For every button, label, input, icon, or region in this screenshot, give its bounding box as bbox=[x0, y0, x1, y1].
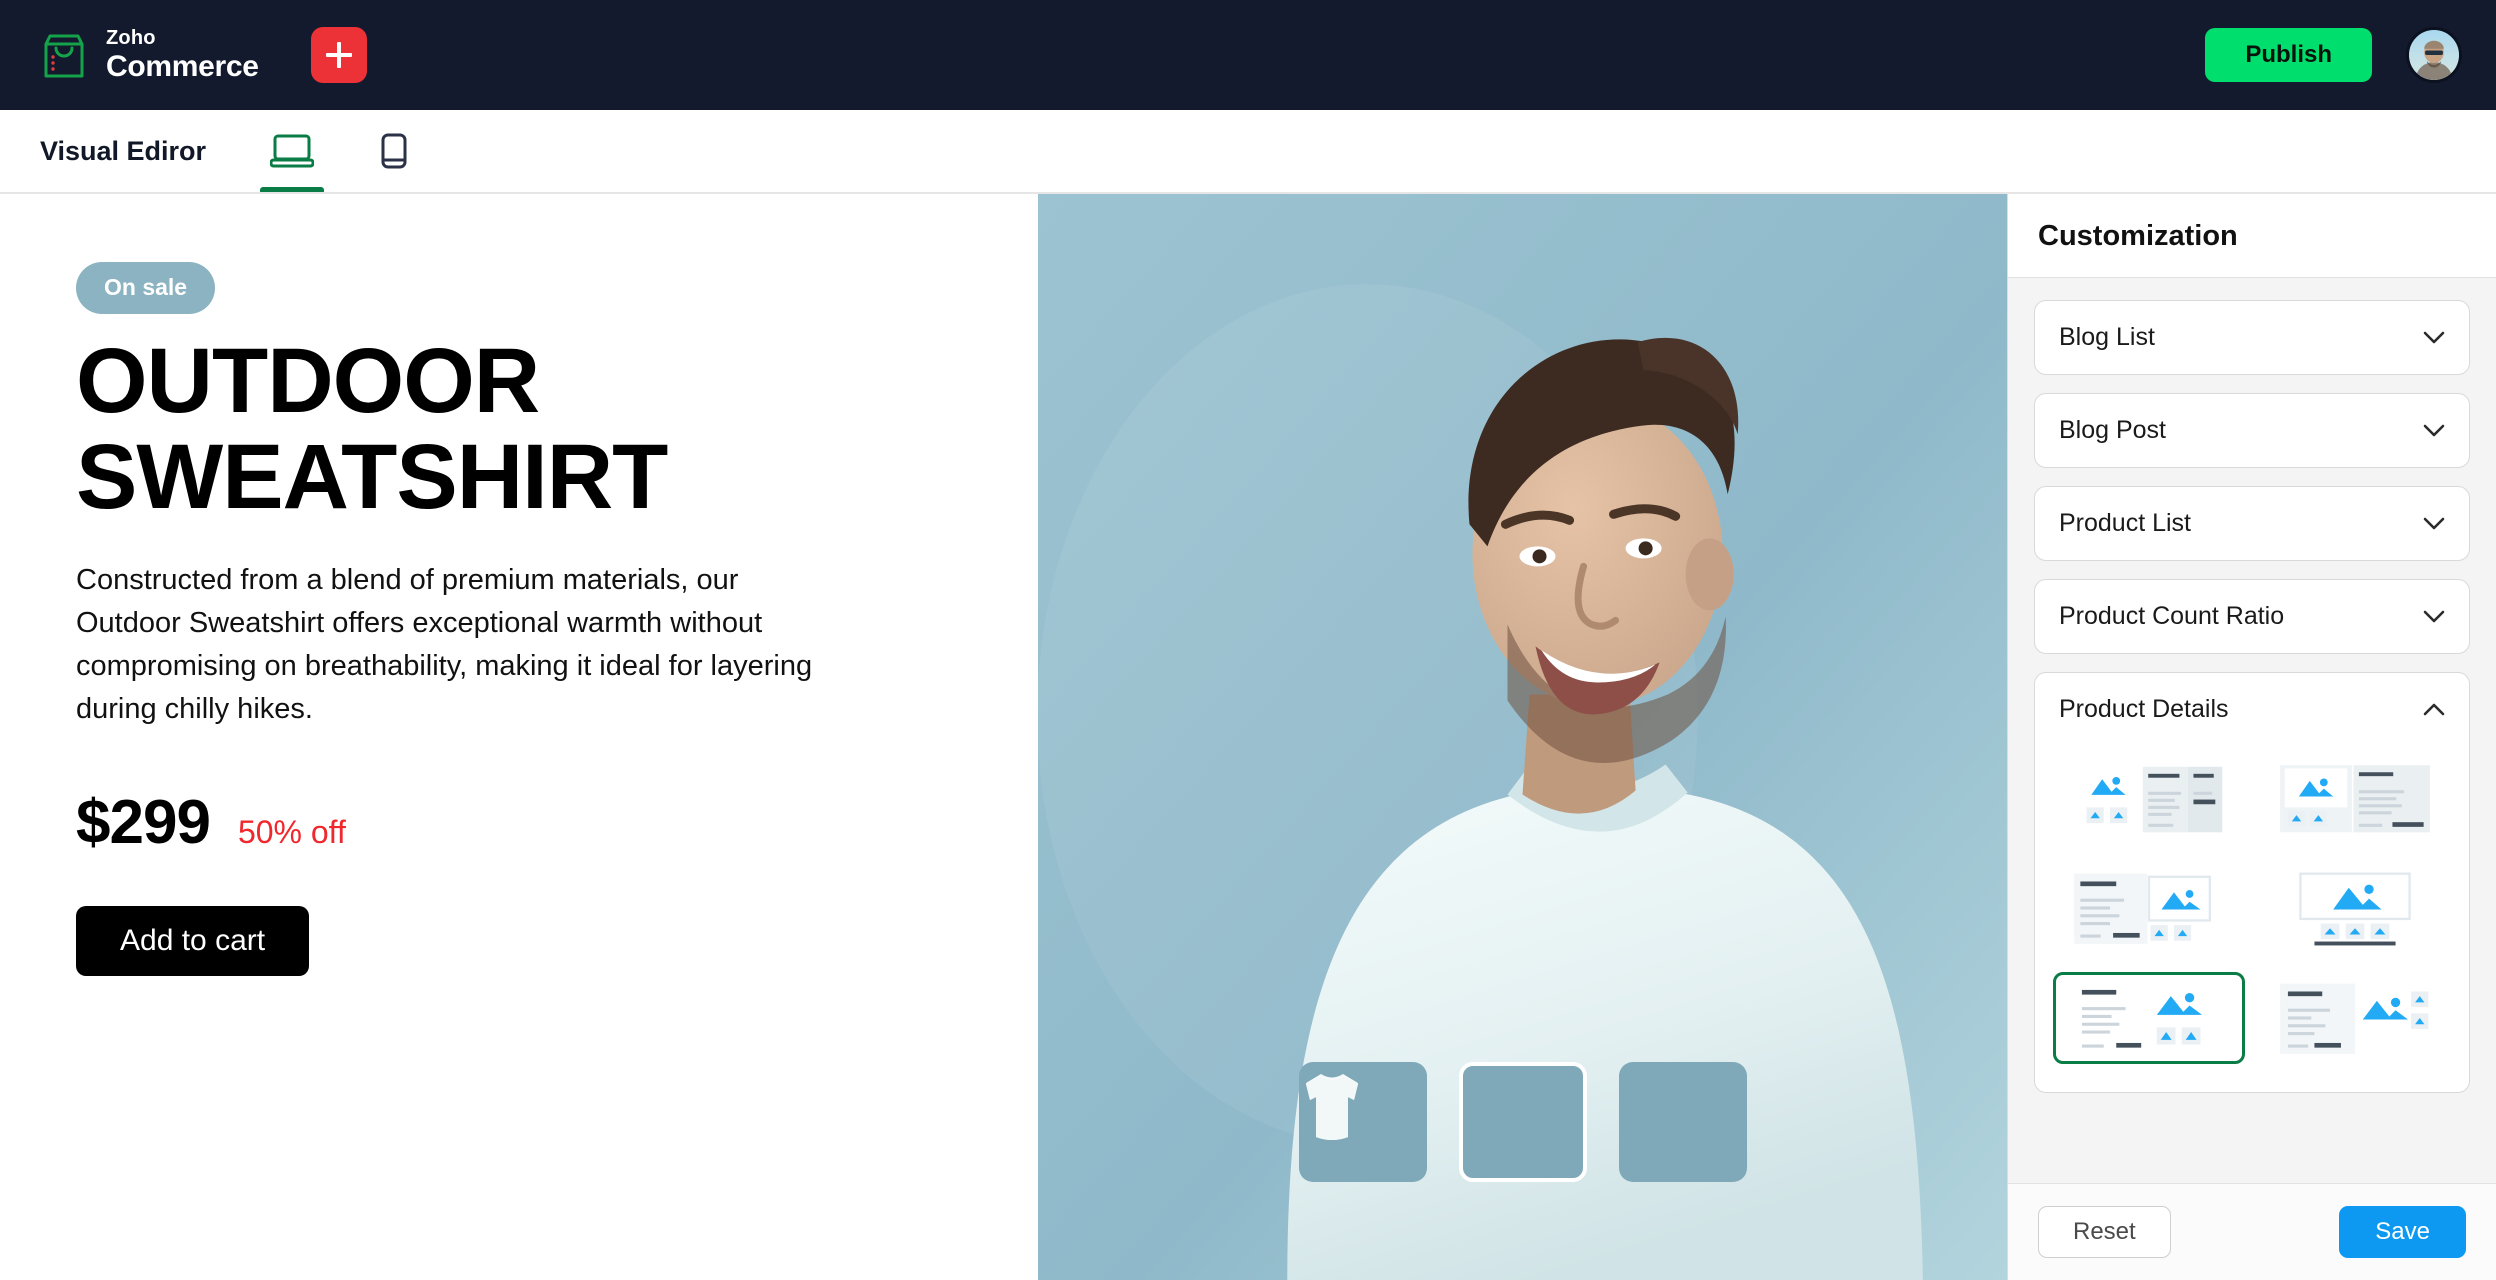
thumbnail-item[interactable] bbox=[1305, 1062, 1587, 1182]
price-row: $299 50% off bbox=[76, 787, 978, 858]
layout-preview-3 bbox=[2074, 873, 2212, 944]
tab-mobile-view[interactable] bbox=[354, 110, 434, 192]
section-header[interactable]: Product Count Ratio bbox=[2035, 580, 2469, 653]
layout-preview-2 bbox=[2280, 765, 2430, 833]
chevron-up-icon bbox=[2423, 703, 2445, 716]
section-label: Product Count Ratio bbox=[2059, 602, 2285, 630]
tab-desktop-view[interactable] bbox=[252, 110, 332, 192]
app-root: Zoho Commerce Publish Visual Ediror On s… bbox=[0, 0, 2496, 1280]
layout-options-grid bbox=[2035, 746, 2469, 1084]
layout-option-5[interactable] bbox=[2053, 972, 2245, 1064]
layout-preview-4 bbox=[2299, 872, 2411, 946]
thumbnail-item[interactable] bbox=[1305, 1062, 1747, 1182]
layout-preview-5 bbox=[2072, 982, 2226, 1054]
sweatshirt-thumb-icon bbox=[1305, 1076, 1358, 1140]
section-label: Blog Post bbox=[2059, 416, 2167, 444]
panel-header: Customization bbox=[2008, 194, 2496, 278]
page-title: Visual Ediror bbox=[40, 135, 207, 166]
editor-toolbar: Visual Ediror bbox=[0, 110, 2496, 194]
reset-button[interactable]: Reset bbox=[2038, 1206, 2171, 1258]
panel-sections: Blog List Blog Post Product List Product… bbox=[2008, 278, 2496, 1183]
mobile-icon bbox=[381, 133, 407, 169]
status-badge: On sale bbox=[76, 262, 216, 314]
section-label: Product Details bbox=[2059, 695, 2229, 723]
section-header[interactable]: Blog List bbox=[2035, 301, 2469, 374]
section-header[interactable]: Blog Post bbox=[2035, 394, 2469, 467]
brand-zoho-label: Zoho bbox=[106, 27, 156, 49]
product-info-column: On sale OUTDOOR SWEATSHIRT Constructed f… bbox=[0, 194, 1038, 1280]
save-button[interactable]: Save bbox=[2339, 1206, 2466, 1258]
chevron-down-icon bbox=[2423, 517, 2445, 530]
section-label: Blog List bbox=[2059, 323, 2155, 351]
preview-canvas: On sale OUTDOOR SWEATSHIRT Constructed f… bbox=[0, 194, 2007, 1280]
brand-logo-group[interactable]: Zoho Commerce bbox=[40, 28, 259, 82]
section-header[interactable]: Product List bbox=[2035, 487, 2469, 560]
product-price: $299 bbox=[76, 787, 211, 857]
layout-option-2[interactable] bbox=[2259, 752, 2451, 844]
section-blog-list[interactable]: Blog List bbox=[2034, 300, 2470, 375]
brand-text: Zoho Commerce bbox=[106, 28, 259, 82]
product-title: OUTDOOR SWEATSHIRT bbox=[76, 330, 668, 528]
section-label: Product List bbox=[2059, 509, 2192, 537]
chevron-down-icon bbox=[2423, 610, 2445, 623]
section-product-list[interactable]: Product List bbox=[2034, 486, 2470, 561]
chevron-down-icon bbox=[2423, 424, 2445, 437]
brand-commerce-label: Commerce bbox=[106, 50, 259, 83]
add-button[interactable] bbox=[310, 27, 367, 83]
add-to-cart-button[interactable]: Add to cart bbox=[76, 905, 310, 976]
topbar-right-group: Publish bbox=[2205, 27, 2462, 83]
layout-option-1[interactable] bbox=[2053, 752, 2245, 844]
panel-title: Customization bbox=[2038, 220, 2238, 252]
layout-option-4[interactable] bbox=[2259, 862, 2451, 954]
top-bar: Zoho Commerce Publish bbox=[0, 0, 2496, 110]
product-discount: 50% off bbox=[237, 813, 346, 850]
image-thumbnail-strip bbox=[1298, 1062, 1747, 1182]
layout-preview-6 bbox=[2280, 983, 2429, 1054]
section-product-details[interactable]: Product Details bbox=[2034, 672, 2470, 1093]
layout-option-6[interactable] bbox=[2259, 972, 2451, 1064]
customization-panel: Customization Blog List Blog Post Produc… bbox=[2007, 194, 2496, 1280]
zoho-commerce-logo-icon bbox=[44, 34, 84, 78]
chevron-down-icon bbox=[2423, 331, 2445, 344]
publish-button[interactable]: Publish bbox=[2205, 28, 2372, 82]
avatar-image bbox=[2409, 30, 2459, 80]
section-product-count-ratio[interactable]: Product Count Ratio bbox=[2034, 579, 2470, 654]
avatar[interactable] bbox=[2406, 27, 2462, 83]
device-toggle-group bbox=[252, 110, 434, 192]
plus-icon bbox=[325, 42, 352, 68]
product-hero-image bbox=[1038, 194, 2007, 1280]
desktop-icon bbox=[270, 134, 315, 168]
editor-body: On sale OUTDOOR SWEATSHIRT Constructed f… bbox=[0, 194, 2496, 1280]
product-description: Constructed from a blend of premium mate… bbox=[76, 564, 813, 726]
layout-option-3[interactable] bbox=[2053, 862, 2245, 954]
section-header[interactable]: Product Details bbox=[2035, 673, 2469, 746]
layout-preview-1 bbox=[2086, 766, 2223, 833]
section-blog-post[interactable]: Blog Post bbox=[2034, 393, 2470, 468]
panel-footer: Reset Save bbox=[2008, 1183, 2496, 1280]
